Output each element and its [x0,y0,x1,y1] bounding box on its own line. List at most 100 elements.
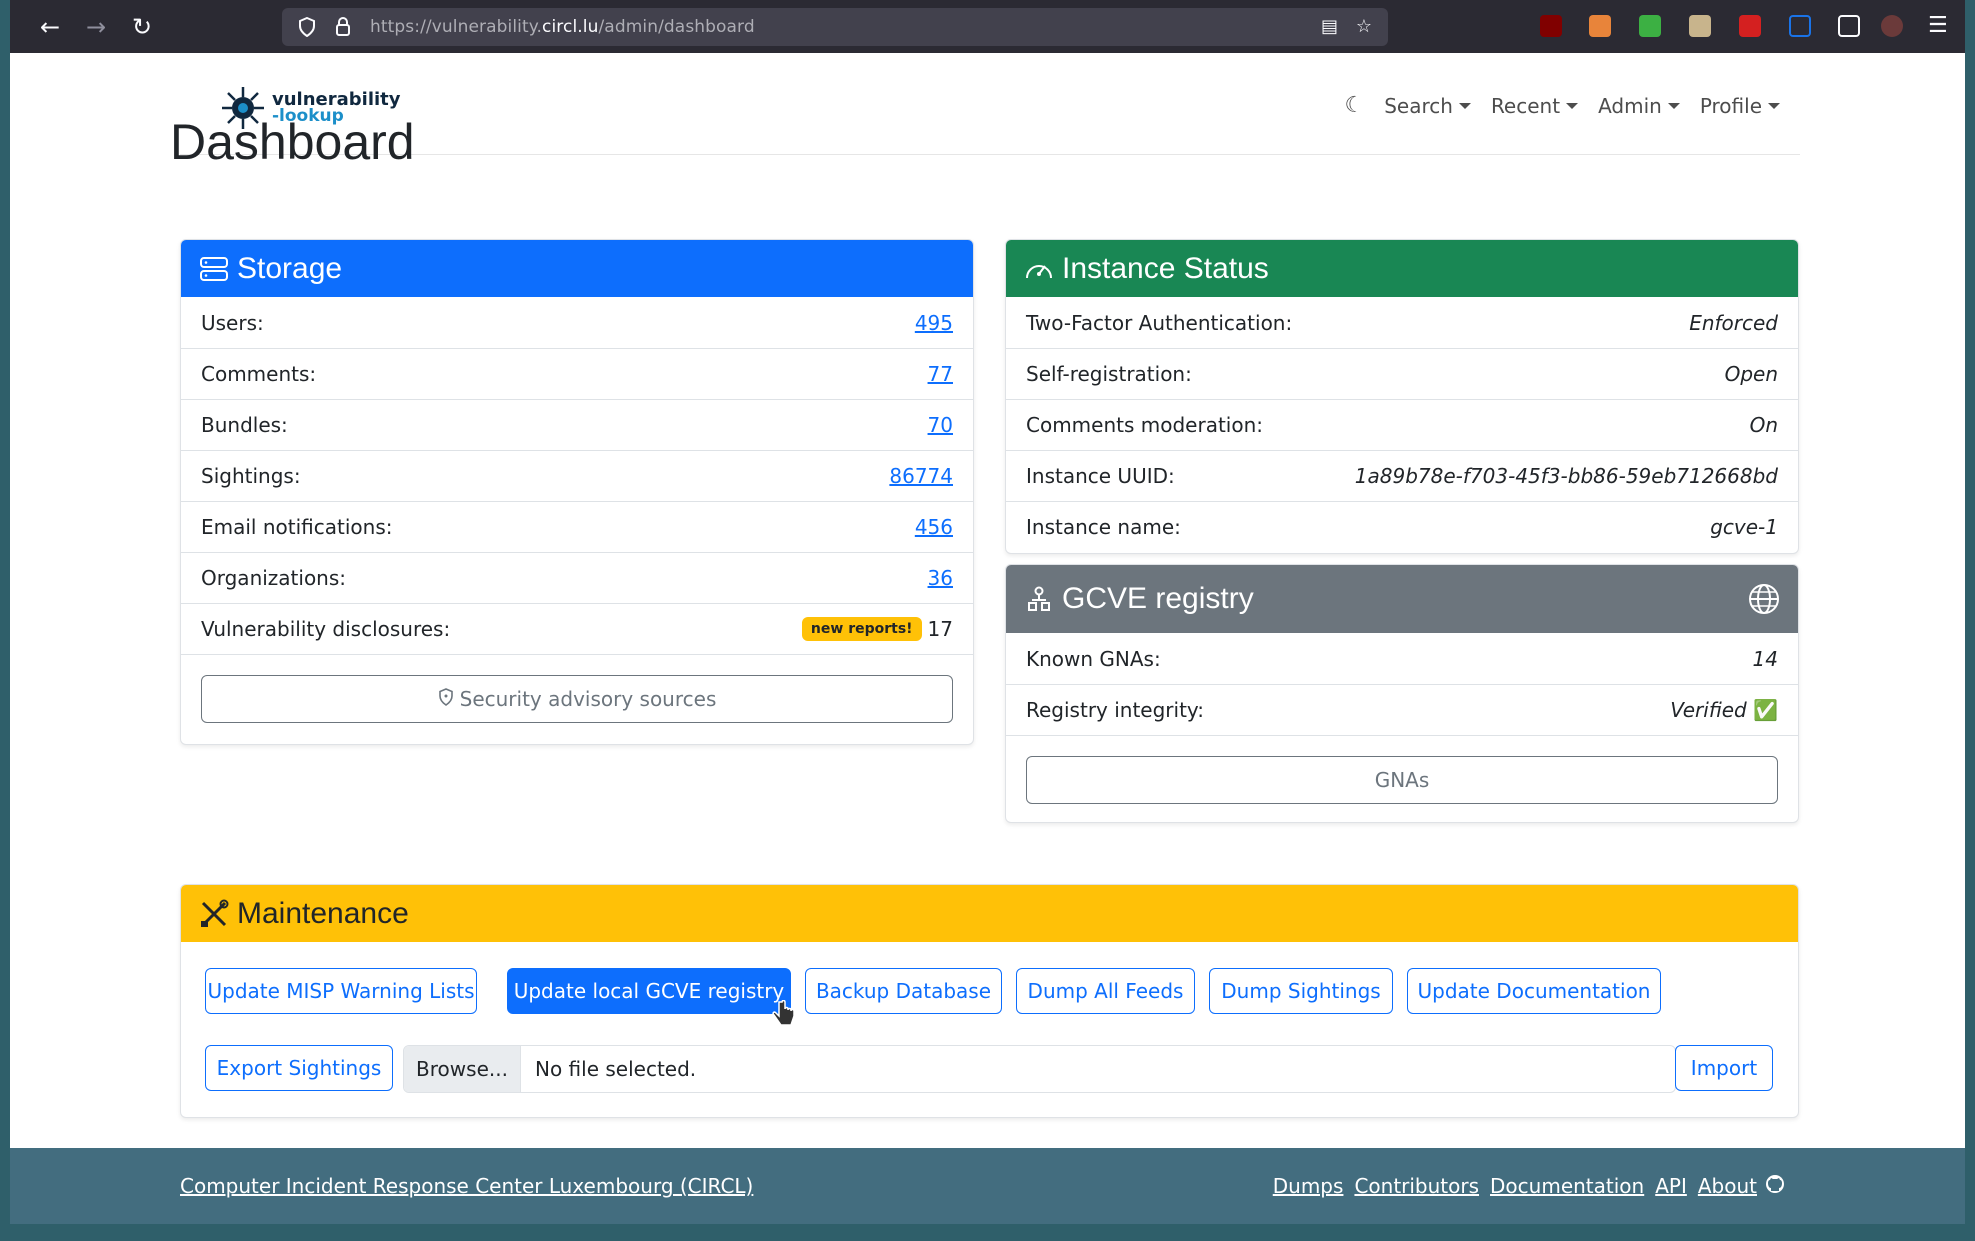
nav-admin-dropdown[interactable]: Admin [1598,94,1680,118]
row-label: Instance name: [1026,515,1181,539]
instance-row-comments-moderation: Comments moderation: On [1006,399,1798,450]
update-misp-warning-lists-button[interactable]: Update MISP Warning Lists [205,968,477,1014]
instance-status-header: Instance Status [1006,240,1798,297]
bundles-count-link[interactable]: 70 [928,413,953,437]
row-label: Registry integrity: [1026,698,1205,722]
gcve-row-registry-integrity: Registry integrity: Verified ✅ [1006,684,1798,735]
gnas-button[interactable]: GNAs [1026,756,1778,804]
sightings-count-link[interactable]: 86774 [889,464,953,488]
url-text: https://vulnerability.circl.lu/admin/das… [370,17,755,37]
row-label: Email notifications: [201,515,393,539]
nav-search-dropdown[interactable]: Search [1384,94,1471,118]
storage-card: Storage Users: 495 Comments: 77 Bundles: 70… [180,239,974,745]
footer-link-about[interactable]: About [1698,1174,1757,1198]
row-label: Vulnerability disclosures: [201,617,451,641]
nav-profile-dropdown[interactable]: Profile [1700,94,1780,118]
users-count-link[interactable]: 495 [915,311,953,335]
url-bar[interactable]: https://vulnerability.circl.lu/admin/das… [282,8,1388,46]
speedometer-icon [1024,254,1054,284]
row-label: Comments: [201,362,317,386]
footer-link-documentation[interactable]: Documentation [1490,1174,1644,1198]
ublock-extension-icon[interactable] [1540,15,1562,37]
dump-all-feeds-button[interactable]: Dump All Feeds [1016,968,1195,1014]
row-value: 1a89b78e-f703-45f3-bb86-59eb712668bd [1354,464,1778,488]
storage-title: Storage [237,251,343,285]
row-value: Enforced [1689,310,1778,335]
storage-row-bundles: Bundles: 70 [181,399,973,450]
forward-arrow-icon[interactable]: → [74,5,118,49]
row-label: Sightings: [201,464,301,488]
footer-link-contributors[interactable]: Contributors [1354,1174,1479,1198]
dump-sightings-button[interactable]: Dump Sightings [1209,968,1393,1014]
hierarchy-icon [1024,584,1054,614]
extension-cup-icon[interactable] [1589,15,1611,37]
extension-eye-icon[interactable] [1689,15,1711,37]
gcve-registry-header: GCVE registry [1006,565,1798,633]
button-label: GNAs [1374,768,1430,792]
extension-red-icon[interactable] [1739,15,1761,37]
update-documentation-button[interactable]: Update Documentation [1407,968,1661,1014]
storage-row-disclosures: Vulnerability disclosures: new reports! 17 [181,603,973,654]
hamburger-menu-icon[interactable]: ☰ [1928,15,1950,37]
storage-row-sightings: Sightings: 86774 [181,450,973,501]
profile-avatar-icon[interactable] [1881,15,1903,37]
import-button[interactable]: Import [1675,1045,1773,1091]
dark-mode-moon-icon[interactable]: ☾ [1344,93,1364,118]
storage-row-comments: Comments: 77 [181,348,973,399]
reload-icon[interactable]: ↻ [120,5,164,49]
extension-triangle-icon[interactable] [1789,15,1811,37]
disclosures-count: 17 [927,617,953,641]
email-notifications-count-link[interactable]: 456 [915,515,953,539]
globe-icon[interactable] [1748,583,1780,623]
storage-row-organizations: Organizations: 36 [181,552,973,603]
storage-row-email-notifications: Email notifications: 456 [181,501,973,552]
gcve-row-known-gnas: Known GNAs: 14 [1006,633,1798,684]
storage-icon [199,254,229,284]
back-arrow-icon[interactable]: ← [28,5,72,49]
footer-link-dumps[interactable]: Dumps [1273,1174,1344,1198]
row-label: Users: [201,310,264,335]
row-value: Open [1724,362,1778,386]
row-label: Comments moderation: [1026,413,1264,437]
backup-database-button[interactable]: Backup Database [805,968,1002,1014]
circl-link[interactable]: Computer Incident Response Center Luxemb… [180,1174,753,1198]
gcve-registry-card: GCVE registry Known GNAs: 14 Registry int… [1005,564,1799,823]
export-sightings-button[interactable]: Export Sightings [205,1045,393,1091]
row-value: gcve-1 [1710,515,1778,539]
bookmark-star-icon[interactable]: ☆ [1356,16,1372,37]
shield-icon [296,16,318,38]
button-label: Security advisory sources [459,687,717,711]
file-upload-group: Browse... No file selected. [403,1045,1676,1093]
extensions-puzzle-icon[interactable] [1838,15,1860,37]
page-title: Dashboard [170,114,415,170]
instance-row-2fa: Two-Factor Authentication: Enforced [1006,297,1798,348]
row-label: Bundles: [201,413,288,437]
comments-count-link[interactable]: 77 [928,362,953,386]
nav-recent-dropdown[interactable]: Recent [1491,94,1579,118]
row-label: Known GNAs: [1026,646,1161,671]
nav-menu: ☾ Search Recent Admin Profile [1344,93,1780,118]
maintenance-header: Maintenance [181,885,1798,942]
file-name-field[interactable]: No file selected. [521,1046,1675,1092]
new-reports-badge[interactable]: new reports! [801,617,922,641]
gcve-registry-title: GCVE registry [1062,582,1254,615]
footer-link-api[interactable]: API [1655,1174,1687,1198]
security-advisory-sources-button[interactable]: Security advisory sources [201,675,953,723]
update-local-gcve-registry-button[interactable]: Update local GCVE registry [507,968,791,1014]
browse-button[interactable]: Browse... [404,1046,521,1092]
extension-green-icon[interactable] [1639,15,1661,37]
row-label: Two-Factor Authentication: [1026,310,1293,335]
row-label: Self-registration: [1026,362,1192,386]
github-icon[interactable] [1765,1174,1785,1198]
reader-view-icon[interactable]: ▤ [1321,16,1338,37]
mouse-pointer-icon [772,999,796,1034]
row-label: Organizations: [201,566,347,590]
organizations-count-link[interactable]: 36 [928,566,953,590]
instance-row-uuid: Instance UUID: 1a89b78e-f703-45f3-bb86-59… [1006,450,1798,501]
storage-row-users: Users: 495 [181,297,973,348]
instance-status-title: Instance Status [1062,251,1269,285]
maintenance-title: Maintenance [237,896,409,930]
storage-card-header: Storage [181,240,973,297]
row-value: Verified [1670,698,1747,722]
instance-status-card: Instance Status Two-Factor Authenticatio… [1005,239,1799,554]
